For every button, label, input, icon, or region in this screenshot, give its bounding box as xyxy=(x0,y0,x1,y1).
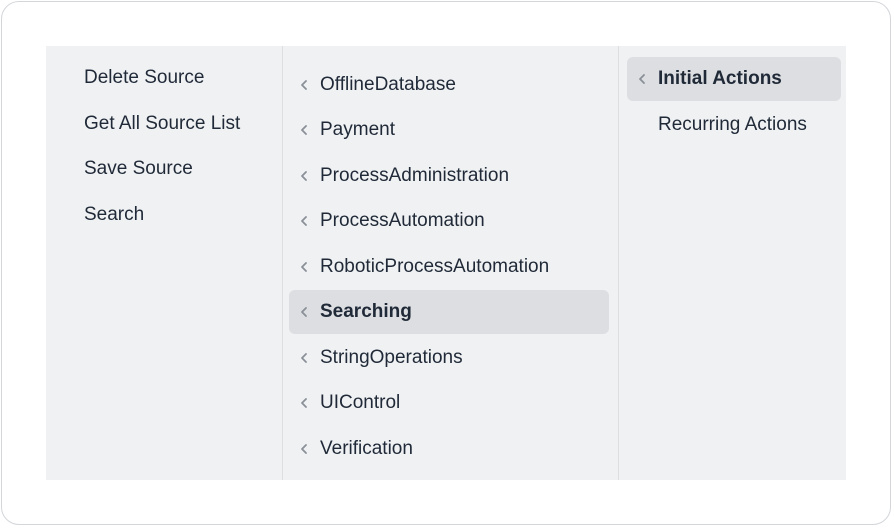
menu-column-2: OfflineDatabase Payment ProcessAdministr… xyxy=(282,46,619,480)
menu-item-label: Verification xyxy=(320,438,413,459)
menu-item-delete-source[interactable]: Delete Source xyxy=(46,56,282,100)
menu-item-label: Recurring Actions xyxy=(658,114,807,135)
chevron-left-icon xyxy=(297,305,311,319)
menu-item-offlinedatabase[interactable]: OfflineDatabase xyxy=(289,63,609,107)
chevron-left-icon xyxy=(635,72,649,86)
menu-item-label: Searching xyxy=(320,301,412,322)
chevron-left-icon xyxy=(297,169,311,183)
chevron-left-icon xyxy=(297,351,311,365)
menu-item-get-all-source-list[interactable]: Get All Source List xyxy=(46,102,282,146)
menu-item-label: Delete Source xyxy=(84,67,205,88)
chevron-left-icon xyxy=(297,442,311,456)
menu-item-label: Search xyxy=(84,204,145,225)
menu-item-search[interactable]: Search xyxy=(46,193,282,237)
menu-item-save-source[interactable]: Save Source xyxy=(46,147,282,191)
menu-item-recurring-actions[interactable]: Recurring Actions xyxy=(627,103,841,147)
menu-item-label: ProcessAutomation xyxy=(320,210,485,231)
menu-item-roboticprocessautomation[interactable]: RoboticProcessAutomation xyxy=(289,245,609,289)
cascading-menu: Delete Source Get All Source List Save S… xyxy=(46,46,846,480)
menu-item-processautomation[interactable]: ProcessAutomation xyxy=(289,199,609,243)
menu-item-searching[interactable]: Searching xyxy=(289,290,609,334)
menu-item-label: StringOperations xyxy=(320,347,463,368)
menu-item-payment[interactable]: Payment xyxy=(289,108,609,152)
chevron-left-icon xyxy=(297,396,311,410)
menu-item-label: UIControl xyxy=(320,392,401,413)
menu-column-3: Initial Actions Recurring Actions xyxy=(618,46,847,480)
menu-item-label: Get All Source List xyxy=(84,113,241,134)
chevron-left-icon xyxy=(297,78,311,92)
chevron-left-icon xyxy=(297,123,311,137)
chevron-left-icon xyxy=(297,260,311,274)
menu-item-verification[interactable]: Verification xyxy=(289,427,609,471)
menu-item-processadministration[interactable]: ProcessAdministration xyxy=(289,154,609,198)
menu-item-initial-actions[interactable]: Initial Actions xyxy=(627,57,841,101)
menu-item-label: ProcessAdministration xyxy=(320,165,510,186)
menu-item-label: RoboticProcessAutomation xyxy=(320,256,550,277)
menu-column-1: Delete Source Get All Source List Save S… xyxy=(46,46,282,480)
menu-item-label: Save Source xyxy=(84,158,193,179)
chevron-left-icon xyxy=(297,214,311,228)
menu-item-label: Payment xyxy=(320,119,395,140)
menu-item-stringoperations[interactable]: StringOperations xyxy=(289,336,609,380)
menu-item-label: Initial Actions xyxy=(658,68,782,89)
menu-item-uicontrol[interactable]: UIControl xyxy=(289,381,609,425)
menu-item-label: OfflineDatabase xyxy=(320,74,456,95)
